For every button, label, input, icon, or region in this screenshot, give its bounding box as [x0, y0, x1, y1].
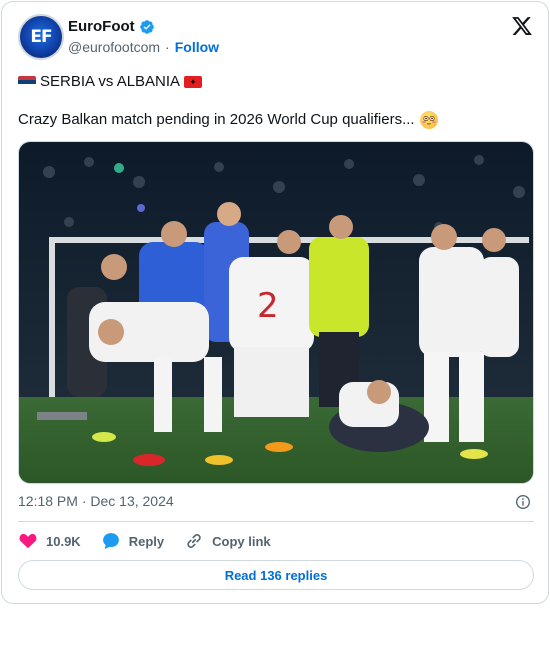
- tweet-image[interactable]: 2: [18, 141, 534, 484]
- copy-link-label: Copy link: [212, 533, 271, 549]
- author-name-row: EuroFoot: [68, 18, 155, 35]
- svg-text:2: 2: [257, 286, 279, 326]
- verified-badge-icon: [139, 19, 154, 34]
- avatar-logo-text: EF: [30, 27, 52, 47]
- info-icon[interactable]: [515, 494, 531, 510]
- read-replies-label: Read 136 replies: [224, 567, 328, 583]
- divider: [18, 521, 534, 522]
- author-display-name[interactable]: EuroFoot: [68, 18, 135, 35]
- flushed-face-emoji-icon: [419, 111, 438, 129]
- albania-flag-icon: ✦: [184, 76, 203, 88]
- action-bar: 10.9K Reply Copy link: [18, 530, 291, 552]
- link-icon: [187, 534, 201, 548]
- serbia-flag-icon: [18, 76, 36, 88]
- separator-dot: ·: [165, 39, 170, 55]
- brawl-photo-illustration: 2: [19, 142, 533, 483]
- tweet-card: EF EuroFoot @eurofootcom · Follow SERBIA…: [1, 1, 549, 604]
- tweet-timestamp[interactable]: 12:18 PM · Dec 13, 2024: [18, 493, 174, 509]
- like-button[interactable]: 10.9K: [18, 531, 81, 551]
- reply-label: Reply: [128, 533, 165, 549]
- tweet-text-line-2: Crazy Balkan match pending in 2026 World…: [18, 110, 438, 130]
- x-logo-icon[interactable]: [511, 15, 533, 37]
- copy-link-button[interactable]: Copy link: [184, 531, 271, 551]
- tweet-headline: SERBIA vs ALBANIA: [40, 73, 181, 90]
- read-replies-button[interactable]: Read 136 replies: [18, 560, 534, 590]
- tweet-body: Crazy Balkan match pending in 2026 World…: [18, 111, 415, 128]
- author-avatar[interactable]: EF: [18, 14, 64, 60]
- tweet-text-line-1: SERBIA vs ALBANIA ✦: [18, 72, 203, 92]
- author-handle[interactable]: @eurofootcom: [68, 39, 160, 55]
- reply-button[interactable]: Reply: [101, 531, 164, 551]
- like-count: 10.9K: [46, 533, 81, 549]
- heart-icon: [19, 533, 37, 548]
- follow-button[interactable]: Follow: [175, 39, 219, 55]
- author-handle-row: @eurofootcom · Follow: [68, 39, 219, 55]
- speech-bubble-icon: [102, 533, 119, 549]
